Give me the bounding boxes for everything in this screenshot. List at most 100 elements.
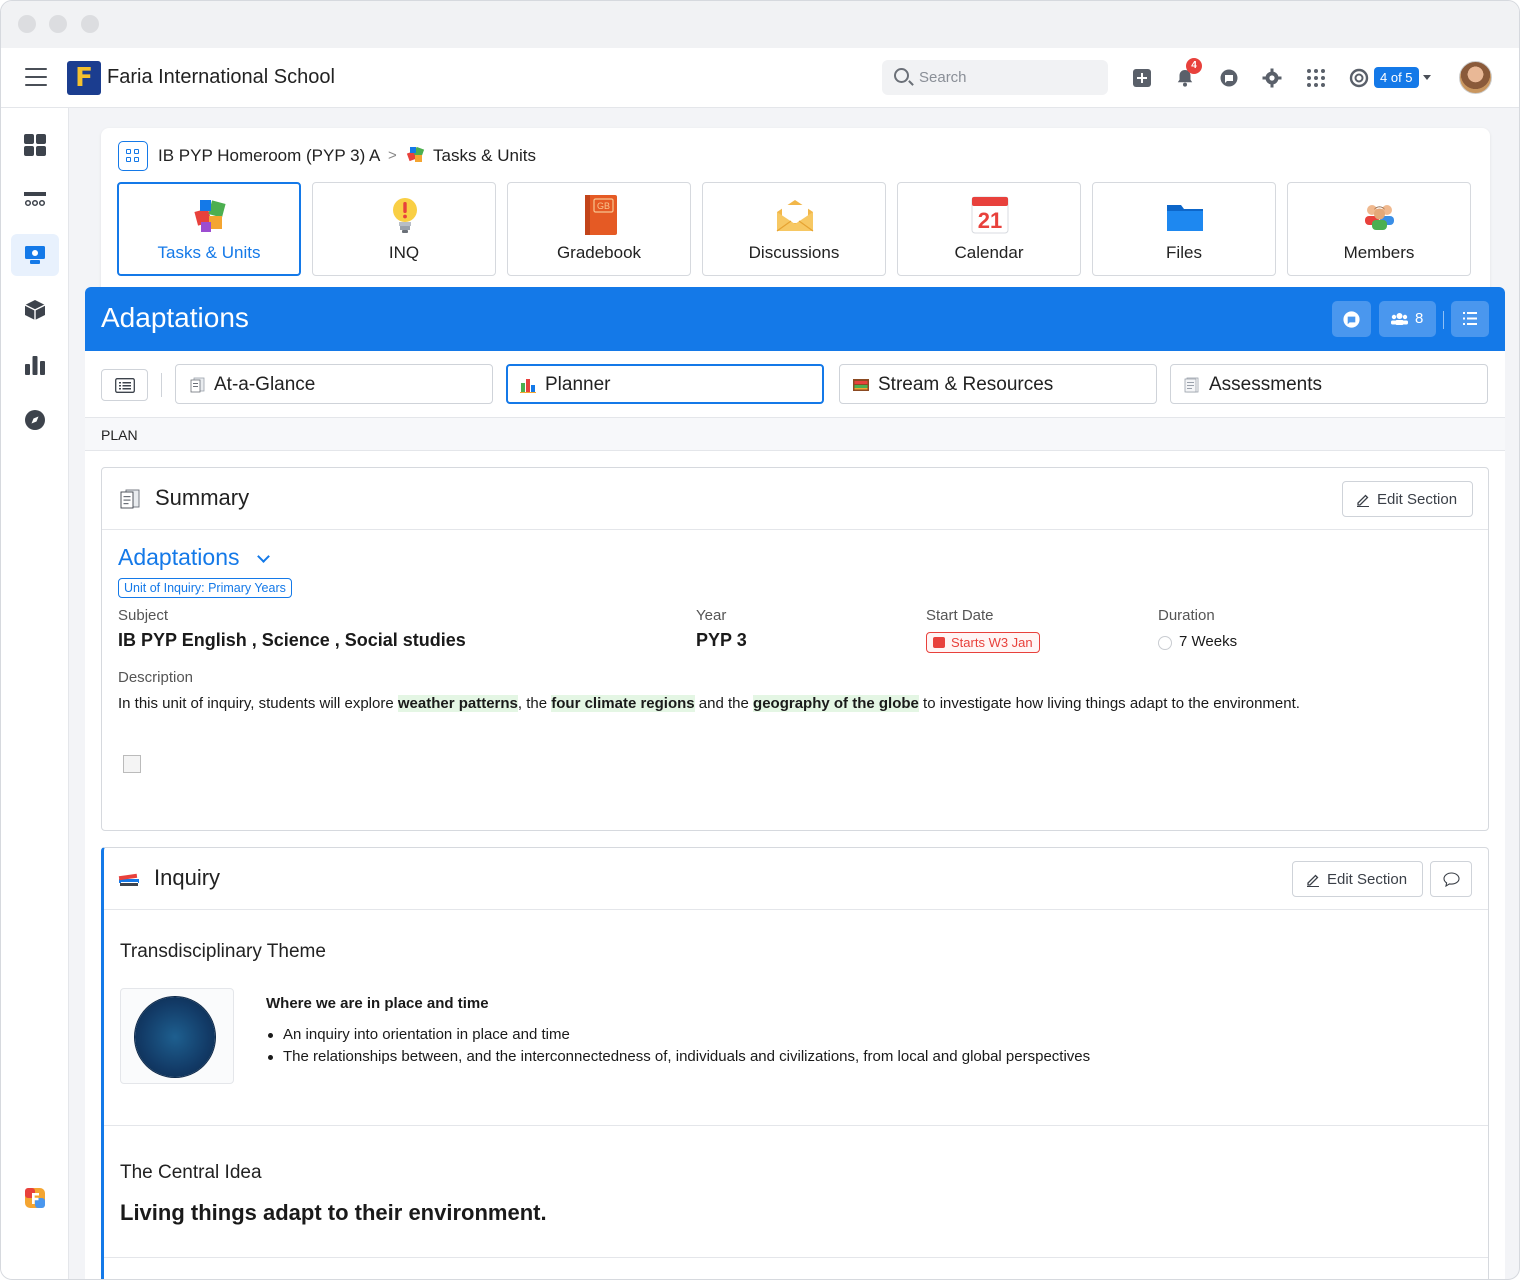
tab-planner[interactable]: Planner [506,364,824,404]
app-tile-label: Gradebook [556,243,642,262]
app-tile-members[interactable]: Members [1287,182,1471,276]
unit-type-badge: Unit of Inquiry: Primary Years [118,578,292,598]
classes-icon[interactable] [23,188,47,212]
start-date-label: Start Date [926,607,994,624]
window-maximize-button[interactable] [81,15,99,33]
pencil-icon [1357,494,1369,507]
gradebook-icon-text: GB [597,201,610,211]
start-date-badge: Starts W3 Jan [926,632,1040,653]
assessments-icon [1184,377,1199,393]
tab-divider [161,373,162,397]
description-highlight: weather patterns [397,695,518,712]
list-item: The relationships between, and the inter… [266,1048,1090,1065]
clock-icon [1158,636,1172,650]
class-grid-icon[interactable] [118,141,148,171]
notification-count-badge: 4 [1186,58,1202,74]
toggle-outline-button[interactable] [101,369,148,401]
inquiry-books-icon [118,873,139,886]
summary-header: Summary Edit Section [102,468,1488,530]
theme-heading: Transdisciplinary Theme [120,941,326,962]
duration-value: 7 Weeks [1179,633,1238,650]
pencil-icon [1307,874,1319,887]
messages-icon [1343,311,1360,328]
school-name[interactable]: Faria International School [107,66,335,89]
inquiry-header: Inquiry Edit Section [104,848,1488,910]
hamburger-menu-icon[interactable] [25,68,47,86]
members-icon [1365,205,1394,230]
plan-label: PLAN [101,427,138,443]
app-tile-files[interactable]: Files [1092,182,1276,276]
breadcrumb-class[interactable]: IB PYP Homeroom (PYP 3) A [158,146,380,166]
list-item: An inquiry into orientation in place and… [266,1026,1090,1043]
tab-label: Planner [545,374,611,395]
chevron-down-icon[interactable] [1423,75,1431,80]
unit-tab-row: At-a-Glance Planner Stream & Resources A… [85,351,1505,418]
user-avatar[interactable] [1459,61,1492,94]
app-tile-inq[interactable]: INQ [312,182,496,276]
class-header-card: IB PYP Homeroom (PYP 3) A > Tasks & Unit… [101,128,1490,298]
edit-label: Edit Section [1377,491,1458,508]
app-tile-discussions[interactable]: Discussions [702,182,886,276]
unit-members-button[interactable]: 8 [1379,301,1436,337]
add-icon[interactable] [1132,68,1152,88]
unit-messages-button[interactable] [1332,301,1371,337]
tab-assessments[interactable]: Assessments [1170,364,1488,404]
apps-grid-icon[interactable] [1306,68,1326,88]
breadcrumb-separator: > [388,147,397,164]
academic-year-selector[interactable]: 4 of 5 [1374,67,1419,88]
unit-member-count: 8 [1415,310,1424,327]
search-icon [894,68,909,83]
tab-label: Stream & Resources [878,374,1054,395]
app-window: F Faria International School Search 4 4 … [0,0,1520,1280]
theme-points-list: An inquiry into orientation in place and… [266,1026,1090,1070]
people-icon [1391,313,1408,325]
dashboard-icon[interactable] [23,133,47,157]
search-input[interactable]: Search [882,60,1108,95]
faria-brand-icon[interactable] [23,1186,47,1210]
unit-title-link[interactable]: Adaptations [118,544,239,571]
inquiry-edit-button[interactable]: Edit Section [1292,861,1423,897]
summary-edit-button[interactable]: Edit Section [1342,481,1473,517]
curriculum-cube-icon[interactable] [23,298,47,322]
app-tile-label: Discussions [748,243,840,262]
help-lifebuoy-icon[interactable] [1349,68,1369,88]
window-close-button[interactable] [18,15,36,33]
title-bar-divider [1443,311,1444,329]
gradebook-icon: GB [585,195,617,235]
messages-icon[interactable] [1219,68,1239,88]
app-tile-label: Calendar [954,243,1024,262]
compass-icon[interactable] [23,408,47,432]
theme-image [120,988,234,1084]
gear-icon[interactable] [1262,68,1282,88]
plan-section-bar: PLAN [85,418,1505,451]
description-text: , the [517,695,552,712]
chevron-down-icon[interactable] [257,550,270,563]
school-logo[interactable]: F [67,61,101,95]
unit-description: In this unit of inquiry, students will e… [118,695,1300,712]
tab-stream-resources[interactable]: Stream & Resources [839,364,1157,404]
tab-label: At-a-Glance [214,374,316,395]
edit-label: Edit Section [1327,871,1408,888]
left-sidebar [1,108,69,1279]
app-tile-gradebook[interactable]: GB Gradebook [507,182,691,276]
app-tile-tasks-units[interactable]: Tasks & Units [117,182,301,276]
teaching-icon[interactable] [23,243,47,267]
description-text: to investigate how living things adapt t… [918,695,1300,712]
central-idea-heading: The Central Idea [120,1162,262,1183]
unit-content: At-a-Glance Planner Stream & Resources A… [85,351,1505,1279]
reports-chart-icon[interactable] [23,353,47,377]
window-minimize-button[interactable] [49,15,67,33]
breadcrumb-current: Tasks & Units [433,146,536,165]
unit-outline-button[interactable] [1451,301,1489,337]
description-highlight: geography of the globe [753,695,919,712]
folder-icon [1167,205,1203,231]
puzzle-icon [194,200,226,232]
comment-icon [1443,872,1460,887]
tab-at-a-glance[interactable]: At-a-Glance [175,364,493,404]
list-icon [1463,312,1477,325]
app-tile-calendar[interactable]: 21 Calendar [897,182,1081,276]
inquiry-comment-button[interactable] [1430,861,1472,897]
unit-title: Adaptations [101,302,249,333]
description-text: and the [694,695,754,712]
stream-icon [853,379,869,391]
